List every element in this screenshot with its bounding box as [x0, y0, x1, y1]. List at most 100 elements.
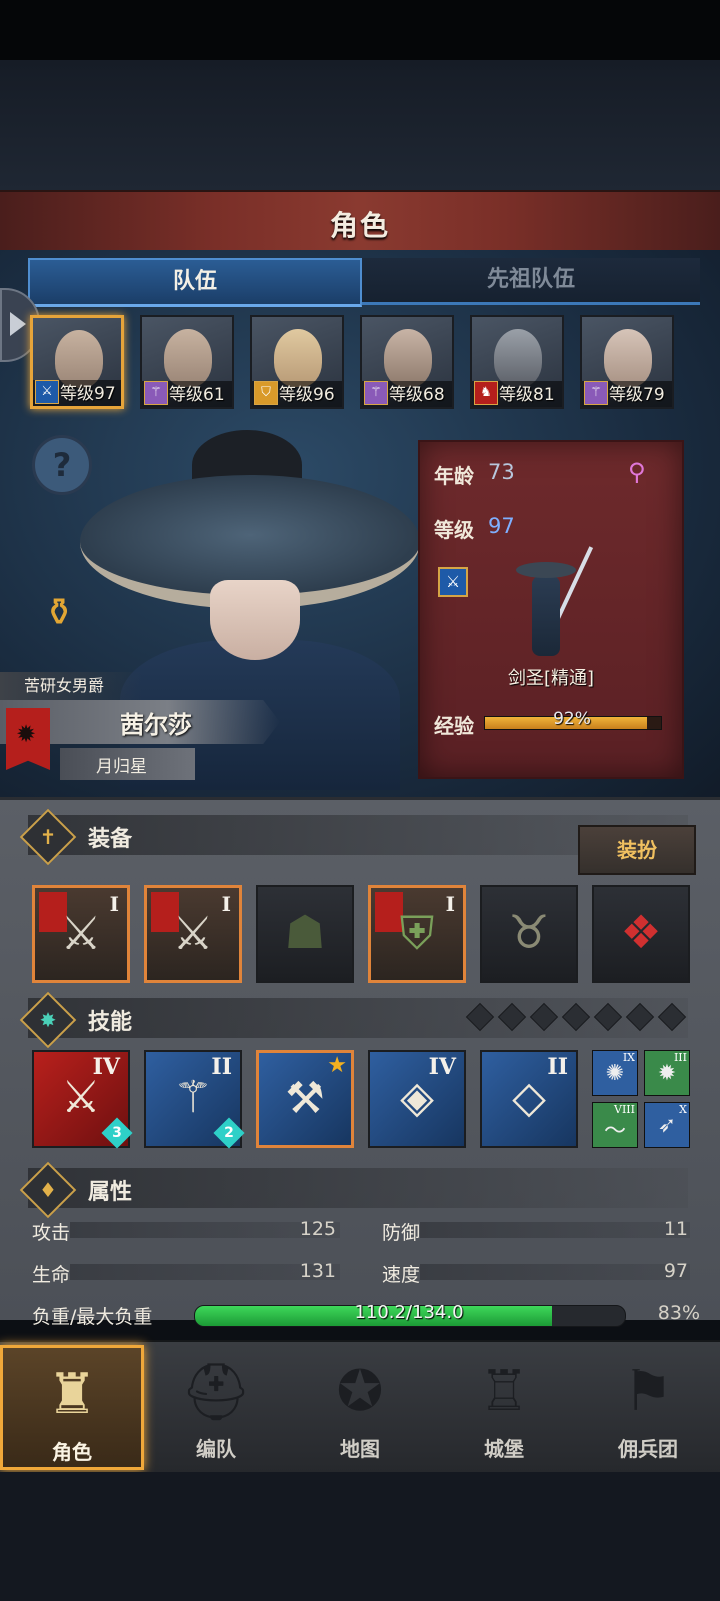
helmet-icon: ⛑	[180, 1360, 252, 1425]
skill-slot-5[interactable]: ◇ II	[480, 1050, 578, 1148]
load-value: 110.2/134.0	[354, 1302, 464, 1323]
staff-icon: ⚚	[584, 381, 608, 405]
status-bar	[0, 0, 720, 60]
banner-icon: ⚑	[622, 1359, 674, 1424]
star-icon: ★	[327, 1053, 347, 1078]
page-title: 角色	[329, 209, 390, 242]
portrait-face	[274, 329, 322, 387]
level-label: 等级	[434, 518, 474, 542]
portrait-face	[384, 329, 432, 387]
attack-value: 125	[299, 1218, 336, 1240]
star-burst-icon: ✸	[39, 1008, 57, 1032]
skills-title: 技能	[88, 1010, 133, 1035]
skill-slot-1[interactable]: ⚔ IV 3	[32, 1050, 133, 1149]
equip-slot-weapon-2[interactable]: ⚔ I	[144, 885, 242, 983]
skill-slot-2[interactable]: ⚚ II 2	[144, 1050, 245, 1149]
boots-icon: ♉	[508, 905, 550, 959]
equip-slot-boots[interactable]: ♉	[480, 885, 578, 983]
sword-icon: ⚔	[35, 380, 59, 404]
equip-slot-head[interactable]: ☗	[256, 885, 354, 983]
defense-value: 11	[663, 1218, 688, 1240]
attributes-title: 属性	[88, 1180, 133, 1205]
sword-class-icon: ⚔	[438, 567, 468, 597]
tier-label: II	[211, 1054, 232, 1080]
swordmaster-figure	[516, 542, 594, 662]
party-member-6[interactable]: ⚚ 等级79	[580, 315, 674, 409]
party-member-3[interactable]: ⛉ 等级96	[250, 315, 344, 409]
skill-badge: 2	[224, 1125, 234, 1141]
nav-mercenaries[interactable]: ⚑ 佣兵团	[576, 1345, 720, 1470]
party-member-4[interactable]: ⚚ 等级68	[360, 315, 454, 409]
speed-label: 速度	[382, 1264, 421, 1286]
tier-label: IV	[428, 1054, 456, 1080]
skill-slot-3[interactable]: ⚒ ★	[256, 1050, 354, 1148]
hp-label: 生命	[32, 1264, 71, 1286]
party-level: 等级68	[389, 385, 445, 405]
party-member-5[interactable]: ♞ 等级81	[470, 315, 564, 409]
tab-ancestor-team[interactable]: 先祖队伍	[362, 258, 700, 305]
tier-label: I	[221, 892, 231, 916]
load-percent: 83%	[657, 1302, 700, 1324]
castle-icon: ♖	[478, 1359, 530, 1424]
passive-skill-1[interactable]: ✺ IX	[592, 1050, 638, 1096]
hero-title: 苦研女男爵	[0, 672, 142, 700]
party-level: 等级61	[169, 385, 225, 405]
equip-slot-weapon-1[interactable]: ⚔ I	[32, 885, 130, 983]
party-level: 等级96	[279, 385, 335, 405]
wave-icon: 〜	[603, 1119, 626, 1144]
nav-formation[interactable]: ⛑ 编队	[144, 1345, 288, 1470]
upper-backdrop	[0, 60, 720, 190]
level-value: 97	[488, 514, 515, 538]
burst-icon: ✺	[605, 1061, 625, 1086]
skill-slot-4[interactable]: ◈ IV	[368, 1050, 466, 1148]
nav-map[interactable]: ✪ 地图	[288, 1345, 432, 1470]
passive-skill-3[interactable]: 〜 VIII	[592, 1102, 638, 1148]
staff-icon: ⚚	[364, 381, 388, 405]
equip-slot-accessory[interactable]: ❖	[592, 885, 690, 983]
age-label: 年龄	[434, 464, 474, 488]
equipment-title: 装备	[88, 827, 133, 852]
shield-icon: ⛉	[254, 381, 278, 405]
claw-icon: ➶	[657, 1113, 677, 1138]
hero-face	[210, 580, 300, 660]
attack-label: 攻击	[32, 1222, 71, 1244]
load-label: 负重/最大负重	[32, 1306, 153, 1328]
passive-skill-2[interactable]: ✹ III	[644, 1050, 690, 1096]
portrait-face	[494, 329, 542, 387]
dress-button[interactable]: 装扮	[578, 825, 696, 875]
female-gender-icon: ⚲	[628, 458, 646, 486]
staff-icon: ⚚	[144, 381, 168, 405]
portrait-face	[604, 329, 652, 387]
attributes-header: ♦ 属性	[19, 1161, 688, 1219]
compass-map-icon: ✪	[336, 1359, 384, 1424]
passive-skill-4[interactable]: ➶ X	[644, 1102, 690, 1148]
hood-icon: ☗	[284, 905, 326, 959]
bottom-backdrop	[0, 1472, 720, 1601]
title-banner: 角色	[0, 190, 720, 255]
nav-character[interactable]: ♜ 角色	[0, 1345, 144, 1470]
skill-badge: 3	[112, 1125, 122, 1141]
portrait-face	[164, 329, 212, 387]
hp-value: 131	[299, 1260, 336, 1282]
class-name[interactable]: 剑圣[精通]	[420, 664, 682, 690]
speed-value: 97	[663, 1260, 688, 1282]
nav-castle[interactable]: ♖ 城堡	[432, 1345, 576, 1470]
horse-icon: ♞	[474, 381, 498, 405]
hero-name[interactable]: 茜尔莎	[120, 705, 192, 740]
tier-label: II	[547, 1054, 568, 1080]
hero-info-card: 年龄 73 ⚲ 等级 97 ⚔ 剑圣[精通] 经验 92%	[418, 440, 684, 779]
tab-team[interactable]: 队伍	[28, 258, 362, 307]
tier-label: I	[109, 892, 119, 916]
burst-icon: ✹	[657, 1061, 677, 1086]
party-member-2[interactable]: ⚚ 等级61	[140, 315, 234, 409]
exp-label: 经验	[434, 714, 474, 738]
potion-icon[interactable]: ⚱	[32, 585, 86, 639]
party-level: 等级81	[499, 385, 555, 405]
thrust-skill-icon: ⚒	[285, 1073, 325, 1124]
party-member-1[interactable]: ⚔ 等级97	[30, 315, 124, 409]
equip-slot-armor[interactable]: ⛨ I	[368, 885, 466, 983]
exp-percent: 92%	[553, 709, 591, 729]
team-tabs: 队伍 先祖队伍	[28, 258, 700, 307]
defense-label: 防御	[382, 1222, 421, 1244]
cross-icon: ✝	[39, 825, 57, 849]
